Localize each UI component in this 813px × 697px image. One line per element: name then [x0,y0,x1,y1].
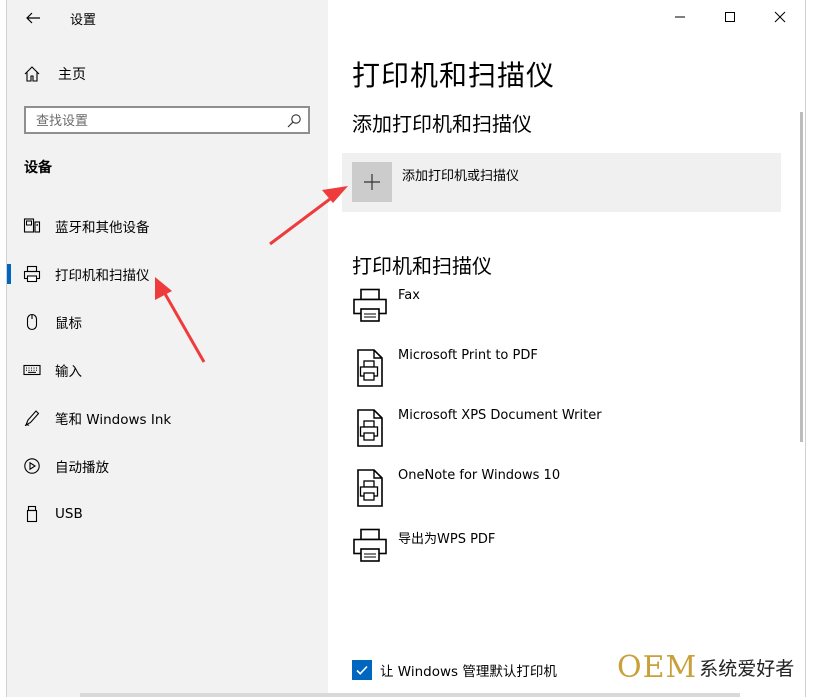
printer-name: Microsoft XPS Document Writer [398,408,602,423]
printer-name: Fax [398,288,420,303]
home-icon [24,66,40,82]
sidebar-item-label: 笔和 Windows Ink [55,412,172,428]
sidebar-item-printers[interactable]: 打印机和扫描仪 [7,250,328,298]
printer-icon [23,265,41,283]
sidebar-item-label: USB [55,506,83,522]
printer-name: Microsoft Print to PDF [398,348,538,363]
watermark-brand: OEM [617,649,698,685]
sidebar-item-mouse[interactable]: 鼠标 [7,298,328,346]
add-printer-label: 添加打印机或扫描仪 [402,169,520,184]
minimize-icon [675,16,685,18]
sidebar-item-label: 打印机和扫描仪 [55,268,150,284]
printer-icon [353,288,387,322]
mouse-icon [23,313,41,331]
sidebar: 设置 主页 设备 蓝牙和其他设备 打印机和扫描仪 鼠 [7,0,328,697]
nav-home[interactable]: 主页 [23,62,86,86]
sidebar-item-autoplay[interactable]: 自动播放 [7,442,328,490]
sidebar-item-usb[interactable]: USB [7,490,328,538]
add-printer-button[interactable]: 添加打印机或扫描仪 [342,153,781,212]
printer-item-onenote[interactable]: OneNote for Windows 10 [352,468,772,518]
sidebar-item-typing[interactable]: 输入 [7,346,328,394]
settings-window: 设置 主页 设备 蓝牙和其他设备 打印机和扫描仪 鼠 [7,0,805,697]
close-icon [774,11,786,23]
window-controls [655,0,805,34]
taskbar-edge [80,693,740,697]
titlebar: 设置 [7,0,328,36]
main-content: 打印机和扫描仪 添加打印机和扫描仪 添加打印机或扫描仪 打印机和扫描仪 Fax … [328,0,805,697]
printer-name: 导出为WPS PDF [398,532,496,547]
printer-icon [353,528,387,562]
scrollbar[interactable] [800,112,803,442]
pen-icon [23,409,41,427]
printer-item-wps-pdf[interactable]: 导出为WPS PDF [352,528,772,578]
maximize-icon [725,12,735,22]
sidebar-item-label: 蓝牙和其他设备 [55,220,150,236]
watermark: OEM 系统爱好者 [617,649,795,685]
back-button[interactable] [21,6,45,30]
usb-icon [23,505,41,523]
checkmark-icon [356,665,368,675]
printers-list-title: 打印机和扫描仪 [352,254,492,278]
autoplay-icon [23,457,41,475]
default-printer-option[interactable]: 让 Windows 管理默认打印机 [352,660,557,680]
document-printer-icon [357,349,383,387]
plus-icon [352,162,392,202]
default-printer-label: 让 Windows 管理默认打印机 [380,664,557,680]
watermark-text: 系统爱好者 [699,657,795,680]
keyboard-icon [23,361,41,379]
default-printer-checkbox[interactable] [352,660,372,680]
printer-item-fax[interactable]: Fax [352,288,772,338]
minimize-button[interactable] [655,0,705,34]
app-title: 设置 [70,13,97,28]
sidebar-item-pen[interactable]: 笔和 Windows Ink [7,394,328,442]
search-icon[interactable] [286,113,302,129]
close-button[interactable] [755,0,805,34]
document-printer-icon [357,409,383,447]
sidebar-item-label: 输入 [55,364,82,380]
back-arrow-icon [26,12,40,24]
page-title: 打印机和扫描仪 [352,59,556,92]
sidebar-item-label: 自动播放 [55,460,109,476]
printer-name: OneNote for Windows 10 [398,468,561,483]
search-input[interactable] [36,112,276,130]
section-title: 设备 [24,160,52,176]
search-box[interactable] [24,106,310,134]
printer-item-print-to-pdf[interactable]: Microsoft Print to PDF [352,348,772,398]
sidebar-item-label: 鼠标 [55,316,82,332]
document-printer-icon [357,469,383,507]
printer-item-xps-writer[interactable]: Microsoft XPS Document Writer [352,408,772,458]
maximize-button[interactable] [705,0,755,34]
sidebar-item-bluetooth[interactable]: 蓝牙和其他设备 [7,202,328,250]
bluetooth-devices-icon [23,217,41,235]
home-label: 主页 [58,67,86,83]
add-section-title: 添加打印机和扫描仪 [352,112,532,136]
